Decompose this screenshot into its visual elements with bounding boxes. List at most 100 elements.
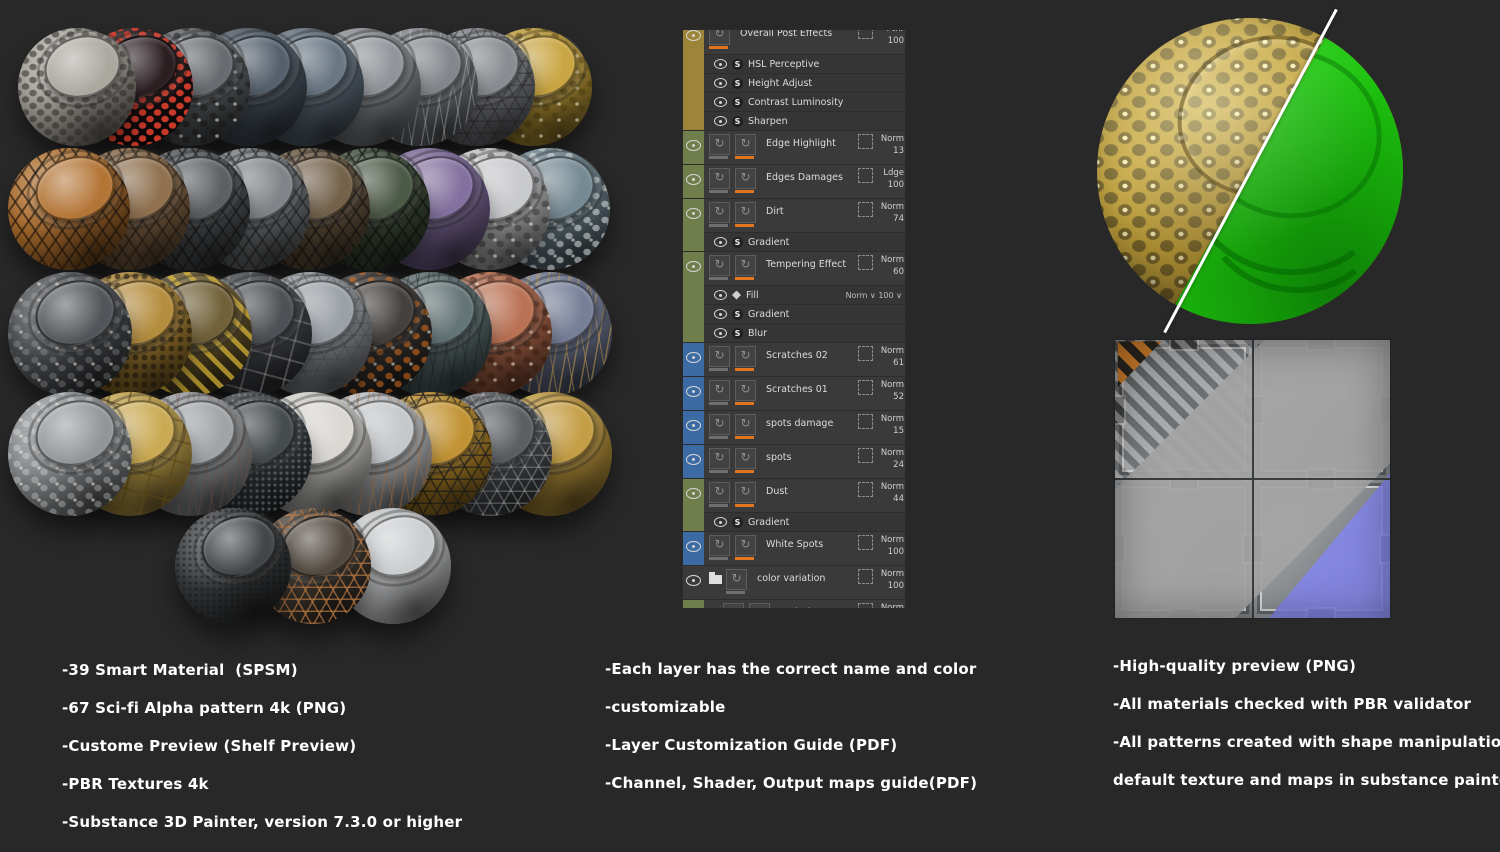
opacity-value[interactable]: 61 bbox=[893, 357, 904, 369]
mask-placeholder-icon[interactable] bbox=[858, 168, 873, 183]
opacity-value[interactable]: 100 bbox=[888, 546, 904, 558]
layer-thumbnail[interactable]: ↻ bbox=[709, 30, 730, 45]
layer-thumbnail[interactable]: ↻ bbox=[709, 202, 730, 223]
layer-row[interactable]: ↻↻spots damageNorm15 bbox=[704, 411, 905, 444]
layer-thumbnail[interactable]: ↻ bbox=[735, 255, 756, 276]
opacity-value[interactable]: 100 bbox=[888, 580, 904, 592]
visibility-eye-icon[interactable] bbox=[714, 97, 727, 107]
visibility-eye-icon[interactable] bbox=[686, 575, 701, 586]
visibility-eye-icon[interactable] bbox=[686, 30, 701, 41]
visibility-eye-icon[interactable] bbox=[686, 488, 701, 499]
layer-thumbnail[interactable]: ↻ bbox=[735, 380, 756, 401]
effect-row[interactable]: SGradient bbox=[704, 304, 905, 323]
opacity-value[interactable]: 24 bbox=[893, 459, 904, 471]
opacity-value[interactable]: 100 bbox=[888, 179, 904, 191]
visibility-eye-icon[interactable] bbox=[686, 454, 701, 465]
layer-thumbnail[interactable]: ↻ bbox=[709, 255, 730, 276]
visibility-eye-icon[interactable] bbox=[714, 517, 727, 527]
effect-row[interactable]: SContrast Luminosity bbox=[704, 92, 905, 111]
layer-thumbnail[interactable]: ↻ bbox=[709, 380, 730, 401]
blend-mode-label[interactable]: Norm bbox=[881, 447, 904, 459]
opacity-value[interactable]: 60 bbox=[893, 266, 904, 278]
layer-row[interactable]: ↻↻Tempering EffectNorm60 bbox=[704, 252, 905, 285]
effect-row[interactable]: SGradient bbox=[704, 512, 905, 531]
blend-mode-label[interactable]: Norm bbox=[881, 345, 904, 357]
layer-row[interactable]: ↻↻DirtNorm74 bbox=[704, 199, 905, 232]
visibility-eye-icon[interactable] bbox=[686, 140, 701, 151]
visibility-eye-icon[interactable] bbox=[714, 78, 727, 88]
layer-row[interactable]: ↻↻spotsNorm24 bbox=[704, 445, 905, 478]
blend-mode-label[interactable]: Norm bbox=[881, 413, 904, 425]
layer-thumbnail[interactable]: ↻ bbox=[726, 569, 747, 590]
visibility-eye-icon[interactable] bbox=[686, 261, 701, 272]
mask-placeholder-icon[interactable] bbox=[858, 346, 873, 361]
blend-mode-label[interactable]: Norm bbox=[881, 254, 904, 266]
layer-row[interactable]: ↻↻White SpotsNorm100 bbox=[704, 532, 905, 565]
layer-thumbnail[interactable]: ↻ bbox=[735, 202, 756, 223]
effect-row[interactable]: FillNorm ∨ 100 ∨ bbox=[704, 285, 905, 304]
opacity-value[interactable]: 15 bbox=[893, 425, 904, 437]
layer-thumbnail[interactable]: ↻ bbox=[709, 168, 730, 189]
layer-thumbnail[interactable]: ↻ bbox=[735, 134, 756, 155]
layer-thumbnail[interactable]: ↻ bbox=[735, 482, 756, 503]
visibility-eye-icon[interactable] bbox=[686, 208, 701, 219]
layer-thumbnail[interactable]: ↻ bbox=[709, 482, 730, 503]
visibility-eye-icon[interactable] bbox=[714, 290, 727, 300]
visibility-eye-icon[interactable] bbox=[714, 309, 727, 319]
blend-mode-label[interactable]: Norm bbox=[881, 133, 904, 145]
blend-mode-label[interactable]: Norm bbox=[881, 534, 904, 546]
layer-thumbnail[interactable]: ↻ bbox=[709, 414, 730, 435]
visibility-eye-icon[interactable] bbox=[686, 420, 701, 431]
layer-thumbnail[interactable]: ↻ bbox=[709, 448, 730, 469]
layer-row[interactable]: ↻color variationNorm100 bbox=[704, 566, 905, 599]
visibility-eye-icon[interactable] bbox=[686, 386, 701, 397]
layer-thumbnail[interactable]: ↻ bbox=[709, 346, 730, 367]
layer-thumbnail[interactable]: ↻ bbox=[709, 134, 730, 155]
blend-mode-label[interactable]: Ldge bbox=[883, 167, 904, 179]
layer-row[interactable]: ↻↻Scratches 02Norm61 bbox=[704, 343, 905, 376]
visibility-eye-icon[interactable] bbox=[714, 59, 727, 69]
mask-placeholder-icon[interactable] bbox=[858, 482, 873, 497]
layer-thumbnail[interactable]: ↻ bbox=[735, 168, 756, 189]
opacity-value[interactable]: 44 bbox=[893, 493, 904, 505]
effect-row[interactable]: SBlur bbox=[704, 323, 905, 342]
blend-mode-label[interactable]: Norm bbox=[881, 602, 904, 608]
mask-placeholder-icon[interactable] bbox=[858, 202, 873, 217]
layer-thumbnail[interactable]: ↻ bbox=[735, 346, 756, 367]
effect-row[interactable]: SHSL Perceptive bbox=[704, 54, 905, 73]
opacity-value[interactable]: 52 bbox=[893, 391, 904, 403]
blend-mode-label[interactable]: Norm bbox=[881, 201, 904, 213]
layer-row[interactable]: ↻↻Edge HighlightNorm13 bbox=[704, 131, 905, 164]
layer-row[interactable]: ↻Overall Post EffectsPthr100 bbox=[704, 30, 905, 54]
layer-thumbnail[interactable]: ↻ bbox=[735, 448, 756, 469]
opacity-value[interactable]: 100 bbox=[888, 35, 904, 47]
mask-placeholder-icon[interactable] bbox=[858, 569, 873, 584]
mask-placeholder-icon[interactable] bbox=[858, 414, 873, 429]
layer-thumbnail[interactable]: ↻ bbox=[735, 535, 756, 556]
mask-placeholder-icon[interactable] bbox=[858, 448, 873, 463]
mask-placeholder-icon[interactable] bbox=[858, 30, 873, 39]
layer-row[interactable]: ↻↻emissive 01Norm100 bbox=[704, 600, 905, 608]
visibility-eye-icon[interactable] bbox=[714, 328, 727, 338]
layer-row[interactable]: ↻↻Edges DamagesLdge100 bbox=[704, 165, 905, 198]
layer-thumbnail[interactable]: ↻ bbox=[749, 603, 770, 608]
layer-thumbnail[interactable]: ↻ bbox=[709, 535, 730, 556]
mask-placeholder-icon[interactable] bbox=[858, 255, 873, 270]
effect-row[interactable]: SGradient bbox=[704, 232, 905, 251]
opacity-value[interactable]: 13 bbox=[893, 145, 904, 157]
visibility-eye-icon[interactable] bbox=[686, 541, 701, 552]
layer-row[interactable]: ↻↻Scratches 01Norm52 bbox=[704, 377, 905, 410]
visibility-eye-icon[interactable] bbox=[686, 174, 701, 185]
effect-row[interactable]: SHeight Adjust bbox=[704, 73, 905, 92]
visibility-eye-icon[interactable] bbox=[686, 352, 701, 363]
blend-mode-label[interactable]: Norm bbox=[881, 379, 904, 391]
mask-placeholder-icon[interactable] bbox=[858, 380, 873, 395]
mask-placeholder-icon[interactable] bbox=[858, 603, 873, 608]
blend-mode-label[interactable]: Norm bbox=[881, 568, 904, 580]
visibility-eye-icon[interactable] bbox=[714, 237, 727, 247]
layer-row[interactable]: ↻↻DustNorm44 bbox=[704, 479, 905, 512]
layer-thumbnail[interactable]: ↻ bbox=[735, 414, 756, 435]
blend-mode-label[interactable]: Norm bbox=[881, 481, 904, 493]
mask-placeholder-icon[interactable] bbox=[858, 134, 873, 149]
effect-row[interactable]: SSharpen bbox=[704, 111, 905, 130]
